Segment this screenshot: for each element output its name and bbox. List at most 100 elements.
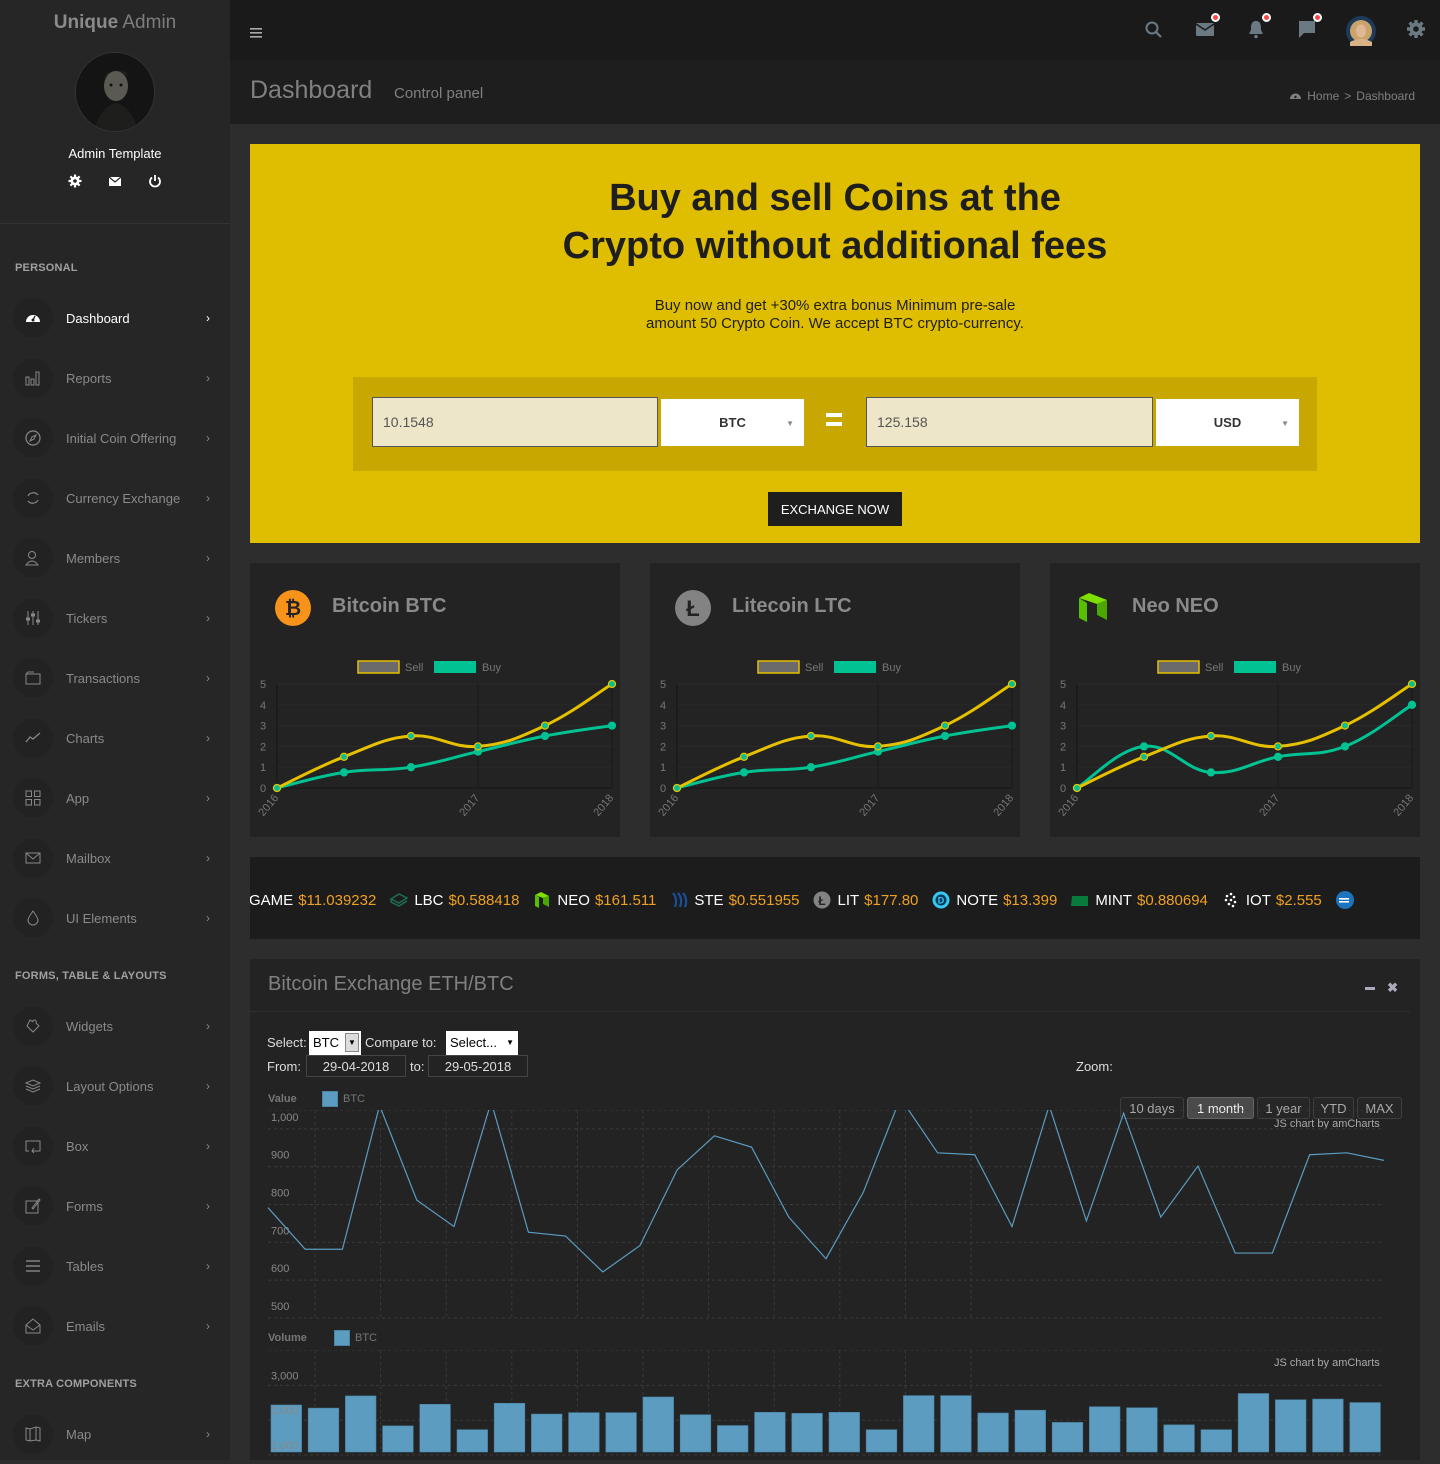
volume-bar[interactable] xyxy=(1200,1429,1232,1453)
to-date-input[interactable]: 29-05-2018 xyxy=(428,1055,528,1077)
data-point-sell[interactable] xyxy=(1206,731,1216,741)
gear-icon[interactable] xyxy=(68,174,82,188)
breadcrumb-home[interactable]: Home xyxy=(1307,89,1339,103)
volume-bar[interactable] xyxy=(791,1413,823,1453)
chat-icon[interactable] xyxy=(1296,13,1322,40)
to-currency-select[interactable]: USD ▼ xyxy=(1156,399,1299,446)
ticker-item-note[interactable]: D NOTE $13.399 xyxy=(932,891,1057,909)
sidebar-item-charts[interactable]: Charts › xyxy=(0,708,230,768)
to-amount-input[interactable]: 125.158 xyxy=(866,397,1153,447)
data-point-buy[interactable] xyxy=(1007,721,1017,730)
sidebar-item-app[interactable]: App › xyxy=(0,768,230,828)
volume-bar[interactable] xyxy=(1312,1398,1344,1453)
data-point-buy[interactable] xyxy=(339,768,349,777)
data-point-buy[interactable] xyxy=(1206,768,1216,777)
volume-bar[interactable] xyxy=(1349,1402,1381,1453)
sidebar-item-map[interactable]: Map › xyxy=(0,1404,230,1464)
legend-label-sell[interactable]: Sell xyxy=(1205,662,1223,674)
sidebar-item-emails[interactable]: Emails › xyxy=(0,1296,230,1356)
from-amount-input[interactable]: 10.1548 xyxy=(372,397,658,447)
sidebar-item-box[interactable]: Box › xyxy=(0,1116,230,1176)
sidebar-item-members[interactable]: Members › xyxy=(0,528,230,588)
volume-bar[interactable] xyxy=(828,1412,860,1453)
legend-swatch-sell[interactable] xyxy=(757,660,800,674)
data-point-buy[interactable] xyxy=(1407,700,1417,709)
sidebar-item-currency-exchange[interactable]: Currency Exchange › xyxy=(0,468,230,528)
ticker-item-lbc[interactable]: LBC $0.588418 xyxy=(389,891,519,909)
data-point-sell[interactable] xyxy=(540,721,550,730)
data-point-buy[interactable] xyxy=(739,768,749,777)
data-point-sell[interactable] xyxy=(1273,742,1283,751)
volume-bar[interactable] xyxy=(382,1425,414,1453)
volume-bar[interactable] xyxy=(1089,1406,1121,1453)
legend-swatch-btc[interactable] xyxy=(334,1330,350,1346)
data-point-sell[interactable] xyxy=(1340,721,1350,730)
sidebar-item-transactions[interactable]: Transactions › xyxy=(0,648,230,708)
from-currency-select[interactable]: BTC ▼ xyxy=(661,399,804,446)
legend-label-btc[interactable]: BTC xyxy=(343,1093,365,1105)
from-date-input[interactable]: 29-04-2018 xyxy=(306,1055,406,1077)
volume-bar[interactable] xyxy=(456,1429,488,1453)
compare-select[interactable]: Select... ▼ xyxy=(446,1031,518,1055)
volume-bar[interactable] xyxy=(307,1407,340,1453)
volume-bar[interactable] xyxy=(717,1425,749,1453)
legend-swatch-sell[interactable] xyxy=(357,660,400,674)
volume-bar[interactable] xyxy=(345,1395,377,1453)
legend-swatch-buy[interactable] xyxy=(1234,661,1276,673)
ticker-item-mint[interactable]: MINT $0.880694 xyxy=(1071,891,1208,909)
legend-swatch-sell[interactable] xyxy=(1157,660,1200,674)
volume-bar[interactable] xyxy=(940,1395,972,1453)
data-point-sell[interactable] xyxy=(607,679,617,689)
sidebar-item-ui-elements[interactable]: UI Elements › xyxy=(0,888,230,948)
volume-bar[interactable] xyxy=(642,1396,674,1453)
legend-label-buy[interactable]: Buy xyxy=(482,662,501,674)
data-point-sell[interactable] xyxy=(406,731,416,741)
user-avatar[interactable] xyxy=(75,52,155,132)
data-point-sell[interactable] xyxy=(1407,679,1417,689)
gear-icon[interactable] xyxy=(1405,18,1427,40)
volume-bar[interactable] xyxy=(568,1412,600,1453)
legend-label-buy[interactable]: Buy xyxy=(882,662,901,674)
volume-bar[interactable] xyxy=(605,1412,637,1453)
sidebar-item-reports[interactable]: Reports › xyxy=(0,348,230,408)
legend-label-sell[interactable]: Sell xyxy=(805,662,823,674)
volume-bar[interactable] xyxy=(977,1412,1009,1453)
volume-bar[interactable] xyxy=(531,1413,563,1453)
sidebar-item-widgets[interactable]: Widgets › xyxy=(0,996,230,1056)
volume-bar[interactable] xyxy=(1014,1409,1046,1453)
volume-bar[interactable] xyxy=(1126,1407,1158,1453)
legend-label-sell[interactable]: Sell xyxy=(405,662,423,674)
sidebar-item-layout-options[interactable]: Layout Options › xyxy=(0,1056,230,1116)
data-point-sell[interactable] xyxy=(473,742,483,751)
sidebar-item-dashboard[interactable]: Dashboard › xyxy=(0,288,230,348)
data-point-buy[interactable] xyxy=(540,731,550,741)
legend-swatch-buy[interactable] xyxy=(834,661,876,673)
ticker-item-lit[interactable]: Ł LIT $177.80 xyxy=(813,891,918,909)
mail-icon[interactable] xyxy=(108,174,122,188)
volume-bar[interactable] xyxy=(1051,1422,1084,1453)
volume-bar[interactable] xyxy=(865,1429,898,1453)
data-point-sell[interactable] xyxy=(1139,752,1149,761)
legend-label-buy[interactable]: Buy xyxy=(1282,662,1301,674)
data-point-sell[interactable] xyxy=(739,752,749,761)
data-point-sell[interactable] xyxy=(672,783,682,793)
data-point-sell[interactable] xyxy=(806,731,816,741)
data-point-buy[interactable] xyxy=(1340,742,1350,751)
scrollbar-track[interactable] xyxy=(1420,959,1440,1460)
data-point-buy[interactable] xyxy=(940,731,950,741)
data-point-buy[interactable] xyxy=(406,763,416,772)
ticker-item-iot[interactable]: IOT $2.555 xyxy=(1222,891,1322,909)
ticker-item-game[interactable]: GAME $11.039232 xyxy=(250,892,376,909)
data-point-sell[interactable] xyxy=(339,752,349,761)
volume-bar[interactable] xyxy=(493,1402,526,1453)
ticker-item-ste[interactable]: STE $0.551955 xyxy=(670,891,799,909)
data-point-buy[interactable] xyxy=(607,721,617,730)
mail-icon[interactable] xyxy=(1194,13,1220,40)
volume-bar[interactable] xyxy=(903,1395,935,1453)
data-point-buy[interactable] xyxy=(1273,752,1283,761)
power-icon[interactable] xyxy=(148,174,162,188)
volume-bar[interactable] xyxy=(754,1412,786,1453)
sidebar-item-initial-coin-offering[interactable]: Initial Coin Offering › xyxy=(0,408,230,468)
legend-label-btc[interactable]: BTC xyxy=(355,1332,377,1344)
volume-bar[interactable] xyxy=(419,1404,451,1453)
